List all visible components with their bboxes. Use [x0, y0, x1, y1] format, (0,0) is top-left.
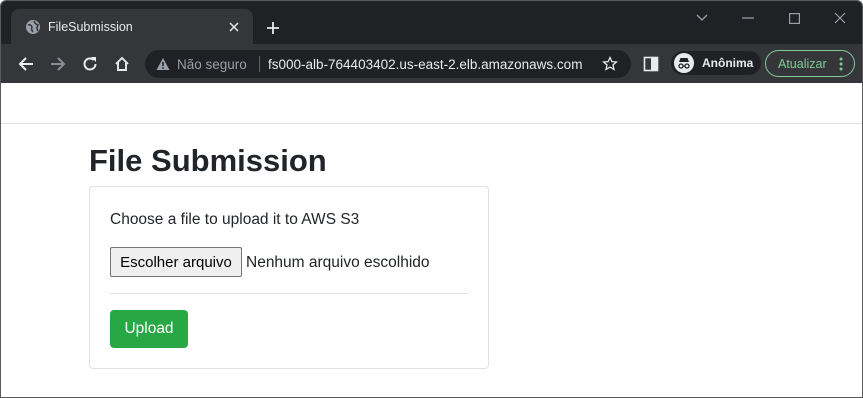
security-status[interactable]: Não seguro [177, 57, 247, 72]
page-navbar [1, 83, 862, 124]
browser-window: FileSubmission Não seguro fs000-alb-7644… [0, 0, 863, 398]
side-panel-icon[interactable] [643, 56, 659, 72]
incognito-profile-button[interactable]: Anônima [671, 51, 761, 75]
back-arrow-icon[interactable] [14, 52, 38, 76]
tab-strip: FileSubmission [1, 1, 862, 44]
bookmark-star-icon[interactable] [602, 56, 618, 72]
browser-toolbar: Não seguro fs000-alb-764403402.us-east-2… [1, 44, 862, 83]
forward-arrow-icon[interactable] [46, 52, 70, 76]
profile-label: Anônima [702, 56, 754, 70]
choose-file-button[interactable]: Escolher arquivo [110, 247, 242, 277]
web-page: File Submission Choose a file to upload … [1, 83, 862, 397]
globe-icon [26, 20, 40, 34]
upload-instructions: Choose a file to upload it to AWS S3 [110, 211, 360, 228]
divider [110, 293, 468, 294]
reload-icon[interactable] [78, 52, 102, 76]
file-status-text: Nenhum arquivo escolhido [246, 254, 430, 271]
warning-icon[interactable] [156, 57, 170, 71]
home-icon[interactable] [110, 52, 134, 76]
url-text[interactable]: fs000-alb-764403402.us-east-2.elb.amazon… [268, 57, 582, 72]
browser-tab[interactable]: FileSubmission [11, 9, 253, 44]
new-tab-icon[interactable] [263, 18, 283, 38]
incognito-icon [674, 53, 694, 73]
tab-title: FileSubmission [48, 20, 133, 34]
omnibox-separator [259, 56, 260, 72]
address-bar[interactable]: Não seguro fs000-alb-764403402.us-east-2… [145, 50, 631, 78]
update-button[interactable]: Atualizar [765, 50, 855, 77]
page-title: File Submission [89, 143, 327, 178]
upload-button[interactable]: Upload [110, 310, 188, 348]
maximize-icon[interactable] [782, 7, 806, 29]
more-vert-icon[interactable] [837, 57, 845, 71]
upload-card: Choose a file to upload it to AWS S3 Esc… [89, 186, 489, 369]
tab-search-chevron-icon[interactable] [690, 7, 714, 29]
close-window-icon[interactable] [828, 7, 852, 29]
update-label: Atualizar [778, 57, 827, 71]
minimize-icon[interactable] [736, 7, 760, 29]
tab-close-icon[interactable] [225, 18, 243, 36]
